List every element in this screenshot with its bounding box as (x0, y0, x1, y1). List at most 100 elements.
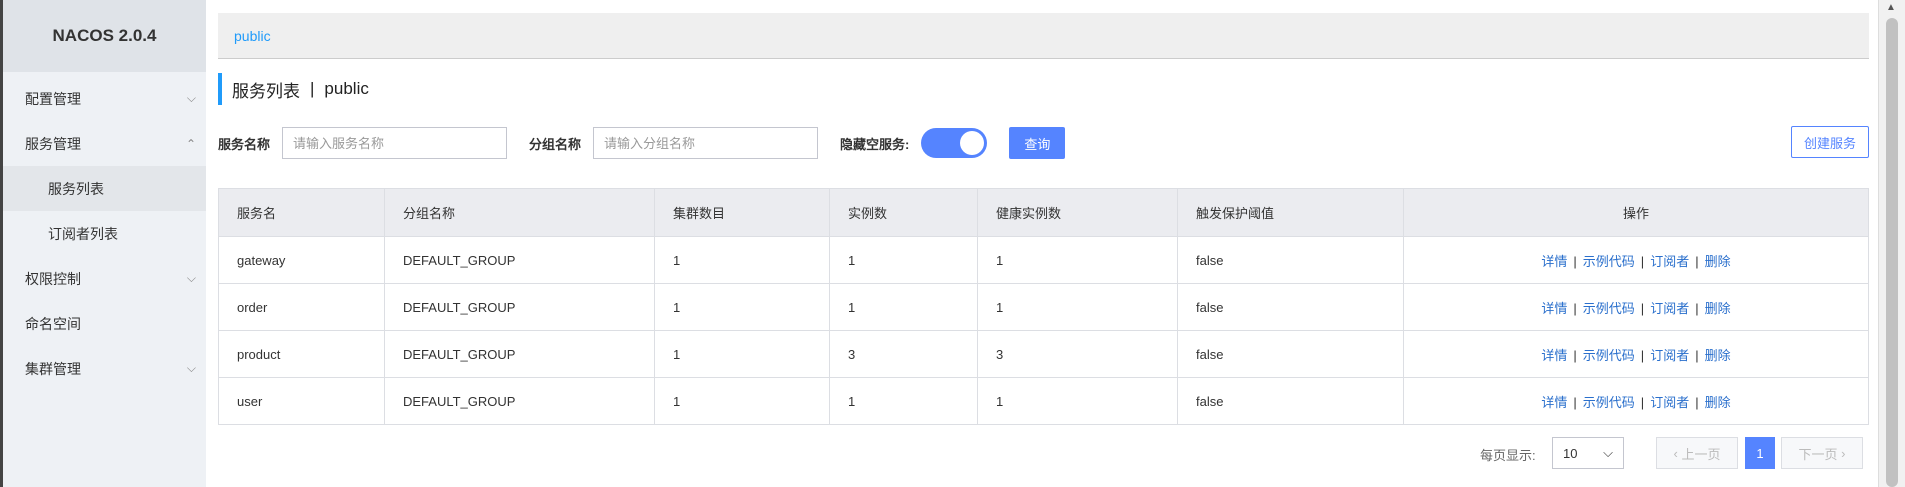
sample-code-link[interactable]: 示例代码 (1583, 348, 1635, 363)
sidebar-item-auth[interactable]: 权限控制 ⌵ (3, 256, 206, 301)
column-header: 实例数 (829, 188, 978, 237)
next-page-button[interactable]: 下一页 › (1781, 437, 1863, 469)
service-table: 服务名 分组名称 集群数目 实例数 健康实例数 触发保护阈值 操作 gatewa… (218, 188, 1869, 425)
page-title: 服务列表 | public (218, 73, 369, 105)
action-separator: | (1573, 300, 1577, 316)
delete-link[interactable]: 删除 (1705, 254, 1731, 269)
sidebar-item-service[interactable]: 服务管理 ⌃ (3, 121, 206, 166)
service-submenu: 服务列表 订阅者列表 (3, 166, 206, 256)
service-name-input[interactable] (282, 127, 508, 159)
action-separator: | (1573, 347, 1577, 363)
cell-clusters: 1 (654, 377, 830, 425)
sidebar-item-label: 集群管理 (25, 360, 81, 377)
group-name-label: 分组名称 (529, 136, 582, 152)
action-separator: | (1695, 394, 1699, 410)
cell-instances: 1 (829, 283, 978, 331)
cell-group: DEFAULT_GROUP (384, 377, 655, 425)
sidebar-item-subscribers[interactable]: 订阅者列表 (3, 211, 206, 256)
app-root: NACOS 2.0.4 配置管理 ⌵ 服务管理 ⌃ 服务列表 订阅者列表 权限控… (0, 0, 1905, 487)
detail-link[interactable]: 详情 (1541, 395, 1567, 410)
group-name-input[interactable] (593, 127, 819, 159)
page-button-current[interactable]: 1 (1745, 437, 1775, 469)
column-header: 服务名 (218, 188, 385, 237)
sidebar-item-namespace[interactable]: 命名空间 (3, 301, 206, 346)
sidebar: NACOS 2.0.4 配置管理 ⌵ 服务管理 ⌃ 服务列表 订阅者列表 权限控… (0, 0, 206, 487)
table-row: gateway DEFAULT_GROUP 1 1 1 false 详情 | 示例代… (218, 236, 1869, 284)
action-separator: | (1573, 394, 1577, 410)
cell-healthy: 1 (977, 377, 1178, 425)
table-row: order DEFAULT_GROUP 1 1 1 false 详情 | 示例代码 |… (218, 283, 1869, 331)
cell-instances: 1 (829, 377, 978, 425)
filter-bar: 服务名称 分组名称 隐藏空服务: 查询 创建服务 (218, 126, 1869, 160)
vertical-scrollbar[interactable]: ▲ (1878, 0, 1905, 487)
cell-actions: 详情 | 示例代码 | 订阅者 | 删除 (1403, 330, 1869, 378)
cell-protect: false (1177, 377, 1404, 425)
sample-code-link[interactable]: 示例代码 (1583, 395, 1635, 410)
page-size-label: 每页显示: (1480, 448, 1536, 463)
cell-service-name: order (218, 283, 385, 331)
cell-instances: 3 (829, 330, 978, 378)
sidebar-item-service-list[interactable]: 服务列表 (3, 166, 206, 211)
chevron-down-icon: ⌵ (186, 361, 196, 375)
sidebar-item-label: 服务管理 (25, 135, 81, 152)
page-size-select[interactable]: 10 ⌵ (1552, 437, 1624, 469)
subscriber-link[interactable]: 订阅者 (1650, 254, 1689, 269)
cell-actions: 详情 | 示例代码 | 订阅者 | 删除 (1403, 377, 1869, 425)
detail-link[interactable]: 详情 (1541, 254, 1567, 269)
table-header-row: 服务名 分组名称 集群数目 实例数 健康实例数 触发保护阈值 操作 (218, 188, 1869, 237)
hide-empty-toggle[interactable] (921, 128, 988, 158)
column-header: 操作 (1403, 188, 1869, 237)
toggle-knob (960, 131, 985, 155)
subscriber-link[interactable]: 订阅者 (1650, 348, 1689, 363)
scroll-up-icon[interactable]: ▲ (1886, 2, 1896, 13)
cell-instances: 1 (829, 236, 978, 284)
main-content: public 服务列表 | public 服务名称 分组名称 隐藏空服务: 查询… (206, 0, 1878, 487)
subscriber-link[interactable]: 订阅者 (1650, 301, 1689, 316)
prev-page-label: 上一页 (1681, 446, 1721, 462)
namespace-link-public[interactable]: public (234, 28, 271, 44)
create-service-button[interactable]: 创建服务 (1790, 126, 1869, 158)
page-size-value: 10 (1563, 445, 1578, 461)
cell-healthy: 1 (977, 283, 1178, 331)
cell-healthy: 1 (977, 236, 1178, 284)
subscriber-link[interactable]: 订阅者 (1650, 395, 1689, 410)
table-row: user DEFAULT_GROUP 1 1 1 false 详情 | 示例代码 | 订… (218, 377, 1869, 425)
detail-link[interactable]: 详情 (1541, 301, 1567, 316)
cell-clusters: 1 (654, 330, 830, 378)
sidebar-menu: 配置管理 ⌵ 服务管理 ⌃ 服务列表 订阅者列表 权限控制 ⌵ 命名空间 集群管… (3, 72, 206, 391)
sidebar-item-cluster[interactable]: 集群管理 ⌵ (3, 346, 206, 391)
cell-service-name: user (218, 377, 385, 425)
delete-link[interactable]: 删除 (1705, 301, 1731, 316)
prev-page-button[interactable]: ‹ 上一页 (1656, 437, 1738, 469)
hide-empty-label: 隐藏空服务: (840, 136, 910, 152)
cell-actions: 详情 | 示例代码 | 订阅者 | 删除 (1403, 236, 1869, 284)
service-name-label: 服务名称 (218, 136, 271, 152)
detail-link[interactable]: 详情 (1541, 348, 1567, 363)
cell-protect: false (1177, 283, 1404, 331)
sidebar-item-label: 权限控制 (25, 270, 81, 287)
cell-actions: 详情 | 示例代码 | 订阅者 | 删除 (1403, 283, 1869, 331)
delete-link[interactable]: 删除 (1705, 348, 1731, 363)
action-separator: | (1640, 253, 1645, 269)
table-row: product DEFAULT_GROUP 1 3 3 false 详情 | 示例代… (218, 330, 1869, 378)
action-separator: | (1695, 347, 1699, 363)
delete-link[interactable]: 删除 (1705, 395, 1731, 410)
sidebar-item-label: 配置管理 (25, 90, 81, 107)
cell-service-name: product (218, 330, 385, 378)
page-title-namespace: public (324, 79, 369, 98)
cell-group: DEFAULT_GROUP (384, 236, 655, 284)
action-separator: | (1640, 394, 1645, 410)
action-separator: | (1695, 253, 1699, 269)
chevron-down-icon: ⌵ (186, 91, 196, 105)
sidebar-item-config[interactable]: 配置管理 ⌵ (3, 76, 206, 121)
scrollbar-thumb[interactable] (1886, 18, 1898, 487)
query-button[interactable]: 查询 (1009, 127, 1066, 159)
chevron-down-icon: ⌵ (186, 271, 196, 285)
cell-protect: false (1177, 330, 1404, 378)
namespace-bar: public (218, 13, 1869, 59)
sample-code-link[interactable]: 示例代码 (1583, 254, 1635, 269)
action-separator: | (1640, 347, 1645, 363)
action-separator: | (1573, 253, 1577, 269)
sample-code-link[interactable]: 示例代码 (1583, 301, 1635, 316)
chevron-left-icon: ‹ (1673, 445, 1682, 461)
